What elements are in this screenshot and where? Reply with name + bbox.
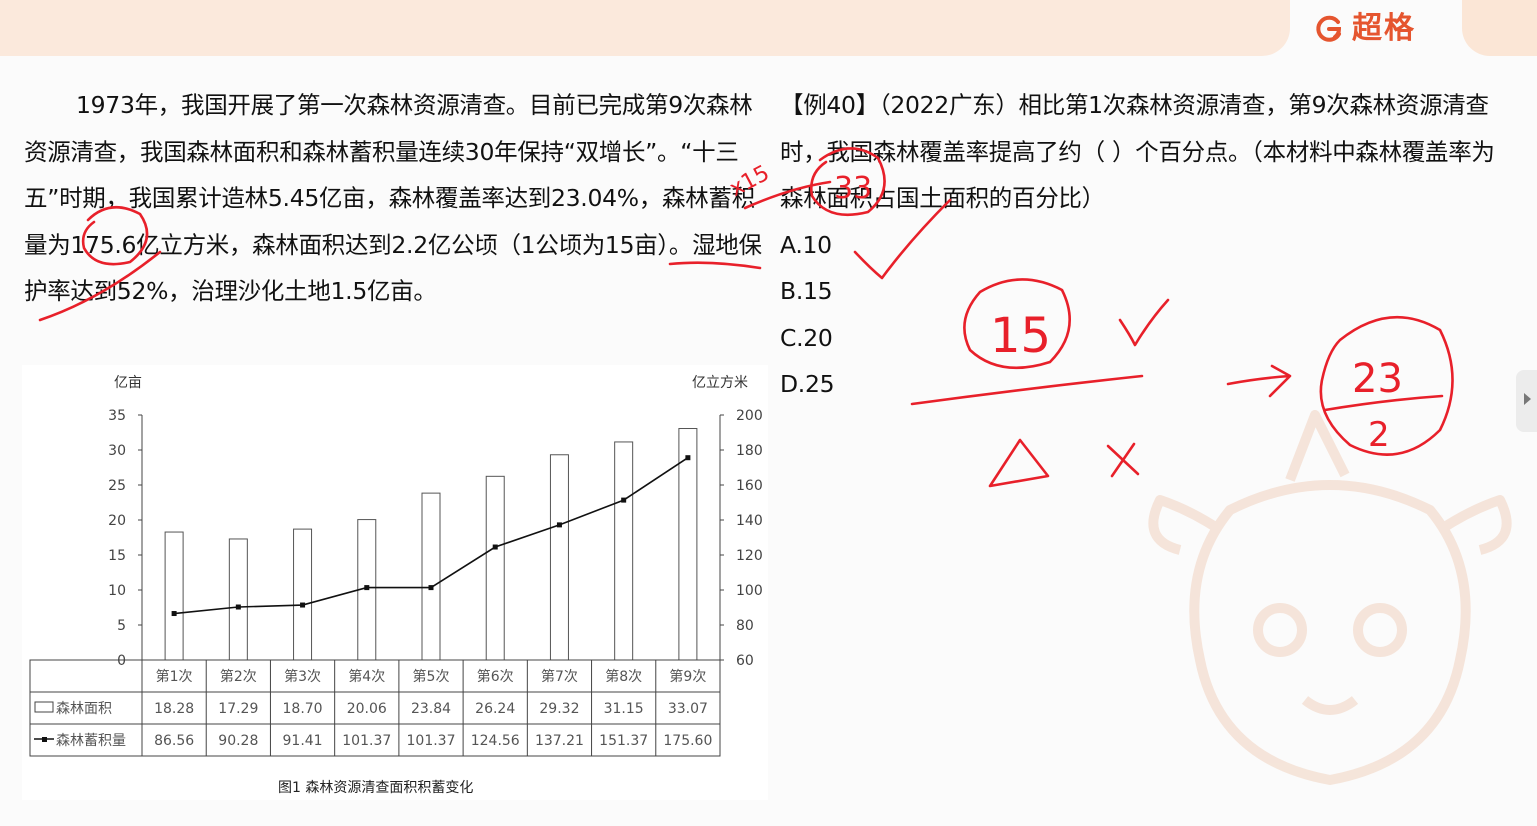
underline-2-2 bbox=[668, 261, 762, 270]
check-mark-icon bbox=[1118, 298, 1170, 347]
annotation-x15: x15 bbox=[726, 161, 774, 202]
triangle-icon bbox=[988, 438, 1050, 488]
handwritten-annotations: x15 33 15 23 2 bbox=[38, 147, 1454, 488]
circle-23-04 bbox=[81, 206, 149, 266]
fraction-bar bbox=[910, 374, 1144, 406]
arrow-right-icon bbox=[1226, 364, 1292, 398]
annotation-33: 33 bbox=[834, 171, 872, 206]
annotation-15: 15 bbox=[990, 308, 1051, 364]
annotation-2: 2 bbox=[1368, 415, 1390, 455]
cross-mark-icon bbox=[1106, 442, 1140, 478]
annotation-23: 23 bbox=[1352, 356, 1403, 402]
